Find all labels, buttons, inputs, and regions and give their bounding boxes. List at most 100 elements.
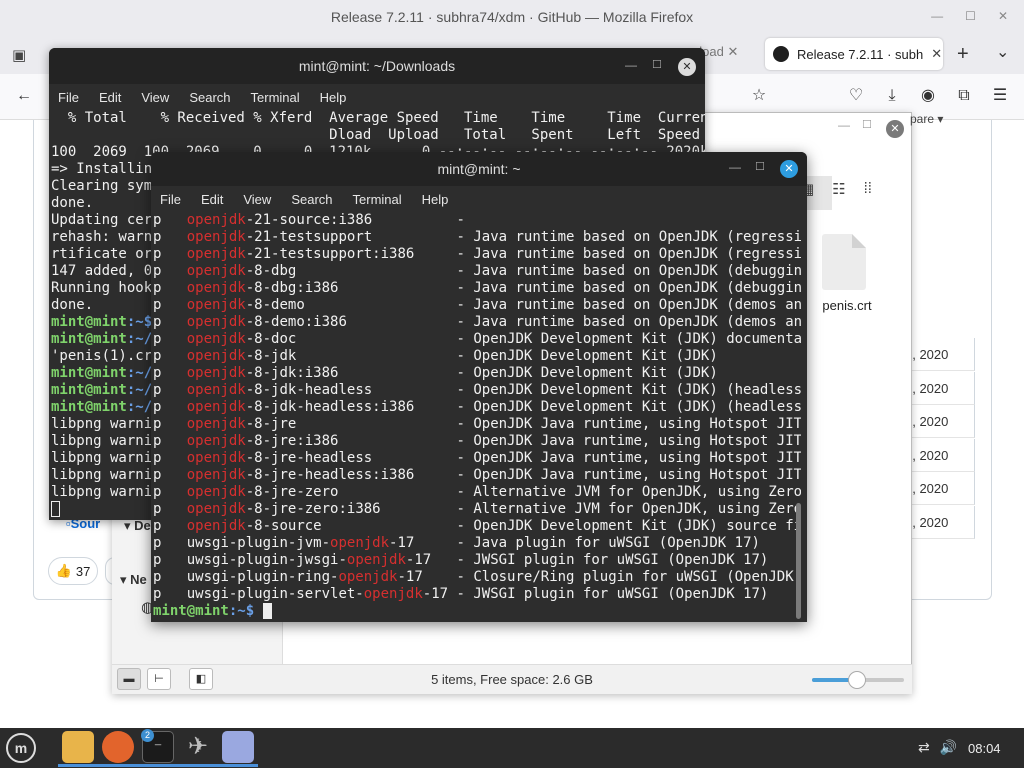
maximize-icon[interactable]: ☐ xyxy=(965,9,976,23)
tab-close-icon[interactable]: ✕ xyxy=(727,44,738,59)
minimize-icon[interactable]: — xyxy=(931,9,943,23)
package-row: p uwsgi-plugin-jwsgi-openjdk-17 - JWSGI … xyxy=(153,552,801,569)
package-status: p xyxy=(153,535,162,551)
terminal-output[interactable]: p openjdk-21-source:i386 -p openjdk-21-t… xyxy=(153,212,801,622)
list-tabs-icon[interactable]: ⌄ xyxy=(996,42,1009,62)
package-row: p openjdk-8-jdk:i386 - OpenJDK Developme… xyxy=(153,365,801,382)
close-icon[interactable]: ✕ xyxy=(678,58,696,76)
package-suffix: -21-testsupport xyxy=(245,229,373,245)
scrollbar[interactable] xyxy=(796,503,801,619)
package-status: p xyxy=(153,501,162,517)
menu-search[interactable]: Search xyxy=(291,192,332,207)
package-suffix: -21-source:i386 xyxy=(245,212,373,228)
package-description: - OpenJDK Java runtime, using Hotspot JI… xyxy=(456,467,801,483)
package-row: p uwsgi-plugin-ring-openjdk-17 - Closure… xyxy=(153,569,801,586)
asset-date: 3, 2020 xyxy=(905,381,949,396)
tab-release[interactable]: Release 7.2.11 · subh ✕ xyxy=(765,38,943,70)
compare-dropdown[interactable]: pare ▾ xyxy=(910,112,943,126)
package-status: p xyxy=(153,433,162,449)
package-description: - Java plugin for uWSGI (OpenJDK 17) xyxy=(456,535,760,551)
tab-label: Release 7.2.11 · subh xyxy=(797,46,924,62)
file-name[interactable]: penis.crt xyxy=(800,298,894,313)
sidebar-section-devices[interactable]: ▾ De xyxy=(124,518,151,534)
search-match: openjdk xyxy=(186,484,246,500)
new-tab-button[interactable]: + xyxy=(957,43,969,66)
minimize-icon[interactable]: — xyxy=(625,58,637,72)
volume-icon[interactable]: 🔊 xyxy=(940,739,957,756)
menu-edit[interactable]: Edit xyxy=(201,192,223,207)
package-description: - Java runtime based on OpenJDK (regress… xyxy=(456,246,801,262)
menu-file[interactable]: File xyxy=(58,90,79,105)
zoom-slider-knob[interactable] xyxy=(848,671,866,689)
package-suffix: -8-jdk-headless xyxy=(245,382,373,398)
package-row: p openjdk-8-jre-headless:i386 - OpenJDK … xyxy=(153,467,801,484)
active-indicator xyxy=(58,764,98,767)
bookmark-star-icon[interactable]: ☆ xyxy=(749,86,769,106)
close-icon[interactable]: ✕ xyxy=(780,160,798,178)
files-app-icon[interactable] xyxy=(62,731,94,763)
firefox-app-icon[interactable] xyxy=(102,731,134,763)
tab-overview-icon[interactable]: ▣ xyxy=(12,46,26,64)
close-icon[interactable]: ✕ xyxy=(886,120,904,138)
package-status: p xyxy=(153,399,162,415)
package-description: - Java runtime based on OpenJDK (demos a… xyxy=(456,297,801,313)
maximize-icon[interactable]: ☐ xyxy=(862,118,872,131)
package-row: p openjdk-8-demo - Java runtime based on… xyxy=(153,297,801,314)
package-status: p xyxy=(153,212,162,228)
menu-terminal[interactable]: Terminal xyxy=(251,90,300,105)
menu-help[interactable]: Help xyxy=(320,90,347,105)
account-icon[interactable]: ◉ xyxy=(918,86,938,106)
compact-view-icon[interactable]: ⁞⁞ xyxy=(864,180,872,198)
minimize-icon[interactable]: — xyxy=(838,118,850,132)
maximize-icon[interactable]: ☐ xyxy=(755,160,765,173)
package-suffix: -8-jre:i386 xyxy=(245,433,339,449)
network-icon[interactable]: ⇄ xyxy=(918,739,930,756)
list-view-icon[interactable]: ☷ xyxy=(832,180,845,198)
search-match: openjdk xyxy=(186,331,246,347)
mint-menu-icon[interactable]: m xyxy=(6,733,36,763)
package-row: p uwsgi-plugin-jvm-openjdk-17 - Java plu… xyxy=(153,535,801,552)
terminal-menu-bar: File Edit View Search Terminal Help xyxy=(49,84,705,110)
menu-file[interactable]: File xyxy=(160,192,181,207)
sidebar-section-network[interactable]: ▾ Ne xyxy=(120,572,147,588)
package-suffix: -8-dbg:i386 xyxy=(245,280,339,296)
package-description: - JWSGI plugin for uWSGI (OpenJDK 17) xyxy=(456,586,769,602)
menu-icon[interactable]: ☰ xyxy=(990,86,1010,106)
reaction-button[interactable]: 👍 37 xyxy=(48,557,98,585)
downloads-icon[interactable]: ⤓ xyxy=(882,86,902,106)
clock[interactable]: 08:04 xyxy=(968,741,1001,756)
package-description: - OpenJDK Development Kit (JDK) xyxy=(456,365,718,381)
menu-view[interactable]: View xyxy=(141,90,169,105)
firefox-window-controls[interactable]: — ☐ ✕ xyxy=(931,9,1008,23)
package-description: - OpenJDK Development Kit (JDK) source f… xyxy=(456,518,801,534)
back-icon[interactable]: ← xyxy=(14,86,34,106)
terminal-title: mint@mint: ~/Downloads xyxy=(49,48,705,84)
package-description: - Java runtime based on OpenJDK (regress… xyxy=(456,229,801,245)
tab-close-icon[interactable]: ✕ xyxy=(931,46,942,62)
package-row: p openjdk-8-jdk-headless:i386 - OpenJDK … xyxy=(153,399,801,416)
package-row: p openjdk-8-jre:i386 - OpenJDK Java runt… xyxy=(153,433,801,450)
search-match: openjdk xyxy=(186,518,246,534)
menu-edit[interactable]: Edit xyxy=(99,90,121,105)
package-suffix: -8-jre xyxy=(245,416,297,432)
close-icon[interactable]: ✕ xyxy=(998,9,1008,23)
extensions-icon[interactable]: ⧉ xyxy=(954,86,974,106)
package-suffix: -17 xyxy=(422,586,449,602)
menu-view[interactable]: View xyxy=(243,192,271,207)
minimize-icon[interactable]: — xyxy=(729,160,741,174)
package-row: p openjdk-21-testsupport:i386 - Java run… xyxy=(153,246,801,263)
package-status: p xyxy=(153,569,162,585)
xdm-app-icon[interactable]: ✈ xyxy=(182,731,214,763)
terminal-cursor xyxy=(262,603,272,619)
maximize-icon[interactable]: ☐ xyxy=(652,58,662,71)
active-indicator xyxy=(178,764,218,767)
menu-terminal[interactable]: Terminal xyxy=(353,192,402,207)
package-status: p xyxy=(153,348,162,364)
search-match: openjdk xyxy=(330,535,390,551)
menu-search[interactable]: Search xyxy=(189,90,230,105)
pocket-icon[interactable]: ♡ xyxy=(846,86,866,106)
menu-help[interactable]: Help xyxy=(422,192,449,207)
package-status: p xyxy=(153,297,162,313)
text-editor-app-icon[interactable] xyxy=(222,731,254,763)
view-switcher[interactable]: ▦ ☷ ⁞⁞ xyxy=(800,180,872,198)
